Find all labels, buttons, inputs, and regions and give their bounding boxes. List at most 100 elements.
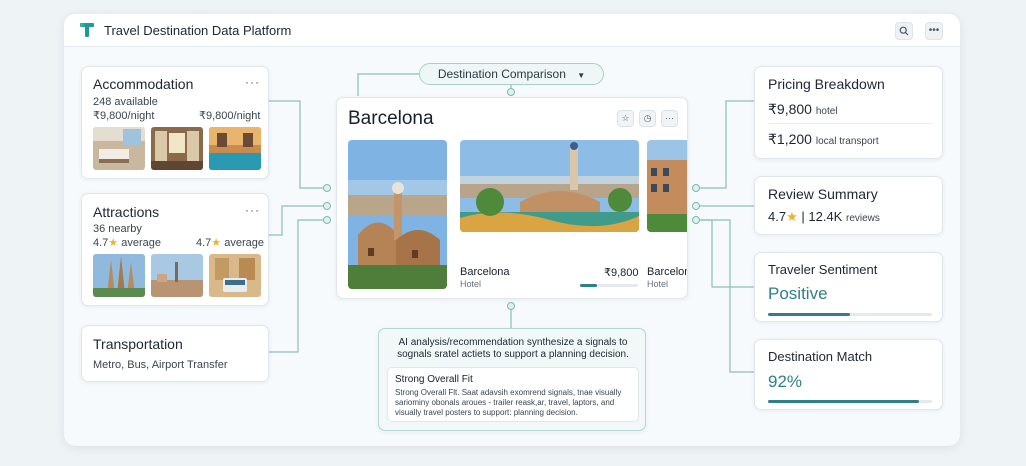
ai-analysis-header: AI analysis/recommendation synthesize a … [379,337,647,361]
attractions-title: Attractions [93,204,160,220]
search-icon [899,26,909,36]
more-dots-icon[interactable]: ··· [245,203,260,217]
traveler-sentiment-card[interactable]: Traveler Sentiment Positive [754,252,943,322]
attractions-nearby: 36 nearby [93,223,142,235]
transportation-title: Transportation [93,336,183,352]
hotel-card-name: Barcelon [647,266,688,278]
review-title: Review Summary [768,186,878,202]
match-bar [768,400,932,403]
connector-node [323,184,331,192]
fit-line: sariominy obonals aroues - trailer reask… [395,398,615,407]
rating-value: 4.7 [93,237,109,249]
more-menu-button[interactable]: ••• [925,22,943,40]
star-icon: ★ [211,237,222,249]
connector-node [507,302,515,310]
connector-node [692,184,700,192]
review-summary-card[interactable]: Review Summary 4.7★ | 12.4K reviews [754,176,943,235]
more-menu-button[interactable]: ··· [661,110,678,127]
sentiment-title: Traveler Sentiment [768,262,878,277]
accommodation-price: ₹9,800/night [199,110,261,122]
hotel-pool-image[interactable] [209,127,261,170]
pricing-transport-row: ₹1,200 local transport [768,131,879,148]
divider [768,123,932,124]
street-view-image[interactable] [647,140,687,232]
match-value: 92% [768,372,803,391]
rating-suffix: average [121,237,161,249]
more-dots-icon: ••• [928,25,940,36]
review-count-label: reviews [845,213,880,224]
favorite-button[interactable]: ☆ [617,110,634,127]
sentiment-bar [768,313,932,316]
search-button[interactable] [895,22,913,40]
more-dots-icon[interactable]: ··· [245,75,260,89]
street-tram-image[interactable] [209,254,261,297]
attractions-card[interactable]: Attractions ··· 36 nearby 4.7★ average 4… [81,193,269,306]
hotel-card-progress-fill [580,284,598,287]
destination-comparison-label: Destination Comparison [437,67,566,81]
sentiment-value: Positive [768,284,828,303]
pricing-transport-label: local transport [815,136,879,147]
park-guell-panorama-image[interactable] [460,140,639,232]
transportation-modes: Metro, Bus, Airport Transfer [93,359,228,371]
ai-header-line: sognals sratel actiets to support a plan… [397,349,629,360]
accommodation-card[interactable]: Accommodation ··· 248 available ₹9,800/n… [81,66,269,179]
star-icon: ★ [786,209,798,224]
pricing-hotel-value: ₹9,800 [768,101,812,117]
logo-t-icon [80,23,94,37]
attractions-rating: 4.7★ average [196,236,264,249]
pricing-breakdown-card[interactable]: Pricing Breakdown ₹9,800 hotel ₹1,200 lo… [754,66,943,159]
fit-title: Strong Overall Fit [395,374,473,385]
park-guell-image[interactable] [348,140,447,289]
chevron-down-icon: ▼ [577,71,586,80]
hotel-room-image[interactable] [93,127,145,170]
destination-name: Barcelona [348,108,434,129]
review-rating: 4.7 [768,209,787,224]
fit-line: Strong Overall Flt. Saat adavsih exomren… [395,388,622,397]
star-icon: ★ [108,237,119,249]
rating-suffix: average [224,237,264,249]
transportation-card[interactable]: Transportation Metro, Bus, Airport Trans… [81,325,269,382]
more-dots-icon: ··· [665,113,674,123]
accommodation-price: ₹9,800/night [93,110,155,122]
connector-node [692,216,700,224]
app-title: Travel Destination Data Platform [104,23,292,38]
pricing-title: Pricing Breakdown [768,76,885,92]
hotel-card-type: Hotel [647,279,669,289]
pricing-hotel-label: hotel [815,106,838,117]
star-outline-icon: ☆ [621,113,630,123]
review-separator: | [801,209,805,224]
destination-comparison-select[interactable]: Destination Comparison ▼ [419,63,604,85]
connector-node [692,202,700,210]
hotel-lobby-image[interactable] [151,127,203,170]
review-stats: 4.7★ | 12.4K reviews [768,209,880,225]
hotel-card-type: Hotel [460,279,482,289]
pricing-hotel-row: ₹9,800 hotel [768,101,838,118]
sagrada-familia-image[interactable] [93,254,145,297]
match-title: Destination Match [768,349,873,364]
title-bar: Travel Destination Data Platform ••• [64,14,960,47]
city-skyline-image[interactable] [151,254,203,297]
pricing-transport-value: ₹1,200 [768,131,812,147]
hotel-card-price: ₹9,800 [604,267,639,279]
connector-node [323,202,331,210]
attractions-rating: 4.7★ average [93,236,161,249]
destination-hotel-card[interactable]: Barcelona ₹9,800 Hotel [460,140,639,289]
hotel-card-name: Barcelona [460,266,510,278]
match-bar-fill [768,400,919,403]
ai-header-line: AI analysis/recommendation synthesize a … [398,337,628,348]
destination-card[interactable]: Barcelona ☆ ◷ ··· Barcelona ₹9,800 Hotel… [336,97,688,299]
fit-description: Strong Overall Flt. Saat adavsih exomren… [395,388,621,418]
clock-icon: ◷ [643,113,652,123]
connector-node [507,88,515,96]
destination-match-card[interactable]: Destination Match 92% [754,339,943,410]
accommodation-title: Accommodation [93,76,194,92]
history-button[interactable]: ◷ [639,110,656,127]
review-count: 12.4K [808,209,843,224]
accommodation-available: 248 available [93,96,158,108]
connector-node [323,216,331,224]
rating-value: 4.7 [196,237,212,249]
sentiment-bar-fill [768,313,850,316]
fit-line: visually travel posters to support: plan… [395,408,578,417]
hotel-card-progress [580,284,638,287]
destination-hotel-card-partial[interactable]: Barcelon Hotel [647,140,688,289]
